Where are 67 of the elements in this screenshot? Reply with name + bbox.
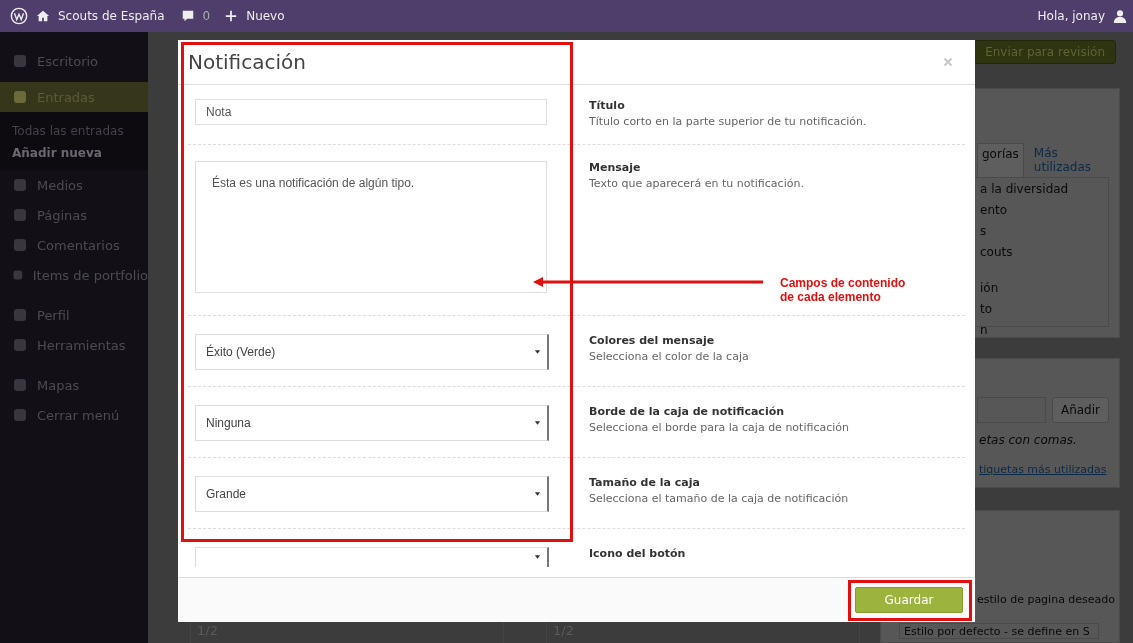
- new-link[interactable]: Nuevo: [246, 9, 285, 23]
- menu-item-icon: [12, 177, 28, 193]
- tags-hint: etas con comas.: [979, 433, 1078, 447]
- sidebar-item[interactable]: Cerrar menú: [0, 400, 148, 430]
- save-button[interactable]: Guardar: [855, 587, 963, 613]
- page-style-label: estilo de pagina deseado: [977, 593, 1117, 606]
- category-tab[interactable]: gorías: [977, 143, 1024, 177]
- caret-icon: [534, 420, 541, 426]
- field-label: Tamaño de la caja: [589, 476, 701, 489]
- comment-icon[interactable]: [180, 9, 195, 23]
- field-label: Icono del botón: [589, 547, 686, 560]
- field-description: Selecciona el tamaño de la caja de notificación: [589, 492, 849, 505]
- sidebar-item[interactable]: Mapas: [0, 370, 148, 400]
- menu-item-icon: [12, 207, 28, 223]
- sidebar-item[interactable]: Escritorio: [0, 46, 148, 76]
- sidebar-item[interactable]: Perfil: [0, 300, 148, 330]
- menu-item-icon: [12, 407, 28, 423]
- sidebar-item[interactable]: Herramientas: [0, 330, 148, 360]
- field-label: Título: [589, 99, 626, 112]
- plus-icon[interactable]: [224, 9, 239, 23]
- category-item[interactable]: to: [980, 302, 1102, 317]
- category-item[interactable]: ión: [980, 281, 1102, 296]
- field-label: Borde de la caja de notificación: [589, 405, 786, 418]
- category-item[interactable]: s: [980, 224, 1102, 239]
- menu-item-icon: [12, 53, 28, 69]
- caret-icon: [534, 349, 541, 355]
- sidebar-item[interactable]: Items de portfolio: [0, 260, 148, 290]
- title-input[interactable]: Nota: [195, 99, 547, 125]
- popular-tags-link[interactable]: tiquetas más utilizadas: [979, 463, 1117, 476]
- field-description: Selecciona el borde para la caja de notificación: [589, 421, 849, 434]
- field-description: Título corto en la parte superior de tu notificación.: [589, 115, 867, 128]
- sidebar-item[interactable]: Medios: [0, 170, 148, 200]
- select-field[interactable]: Grande: [195, 476, 549, 512]
- field-label: Colores del mensaje: [589, 334, 716, 347]
- add-tag-button[interactable]: Añadir: [1051, 397, 1109, 423]
- category-item[interactable]: ento: [980, 203, 1102, 218]
- field-description: Texto que aparecerá en tu notificación.: [589, 177, 804, 190]
- comment-count: 0: [202, 9, 211, 23]
- category-item[interactable]: n: [980, 323, 1102, 338]
- submenu-item[interactable]: Todas las entradas: [0, 120, 148, 142]
- select-field[interactable]: [195, 547, 549, 567]
- menu-item-icon: [12, 237, 28, 253]
- category-tab[interactable]: Más utilizadas: [1029, 143, 1109, 177]
- category-item[interactable]: a la diversidad: [980, 182, 1102, 197]
- sidebar-item[interactable]: Páginas: [0, 200, 148, 230]
- menu-item-icon: [12, 307, 28, 323]
- menu-item-icon: [12, 377, 28, 393]
- greeting-link[interactable]: Hola, jonay: [1037, 9, 1105, 23]
- site-name-link[interactable]: Scouts de España: [58, 9, 165, 23]
- page-style-select[interactable]: Estilo por defecto - se define en S: [899, 623, 1099, 639]
- field-label: Mensaje: [589, 161, 642, 174]
- annotation-text: Campos de contenido de cada elemento: [780, 276, 907, 304]
- category-item[interactable]: couts: [980, 245, 1102, 260]
- menu-item-icon: [12, 89, 28, 105]
- sidebar-item[interactable]: Comentarios: [0, 230, 148, 260]
- select-field[interactable]: Ninguna: [195, 405, 549, 441]
- message-textarea[interactable]: Ésta es una notificación de algún tipo.: [195, 161, 547, 293]
- logo-icon[interactable]: [10, 7, 28, 25]
- select-field[interactable]: Éxito (Verde): [195, 334, 549, 370]
- submenu-item[interactable]: Añadir nueva: [0, 142, 148, 164]
- field-description: Selecciona el color de la caja: [589, 350, 749, 363]
- home-icon[interactable]: [36, 9, 50, 23]
- caret-icon: [534, 554, 541, 560]
- user-icon[interactable]: [1113, 9, 1127, 23]
- menu-item-icon: [12, 337, 28, 353]
- caret-icon: [534, 491, 541, 497]
- dialog-title: Notificación: [188, 50, 306, 74]
